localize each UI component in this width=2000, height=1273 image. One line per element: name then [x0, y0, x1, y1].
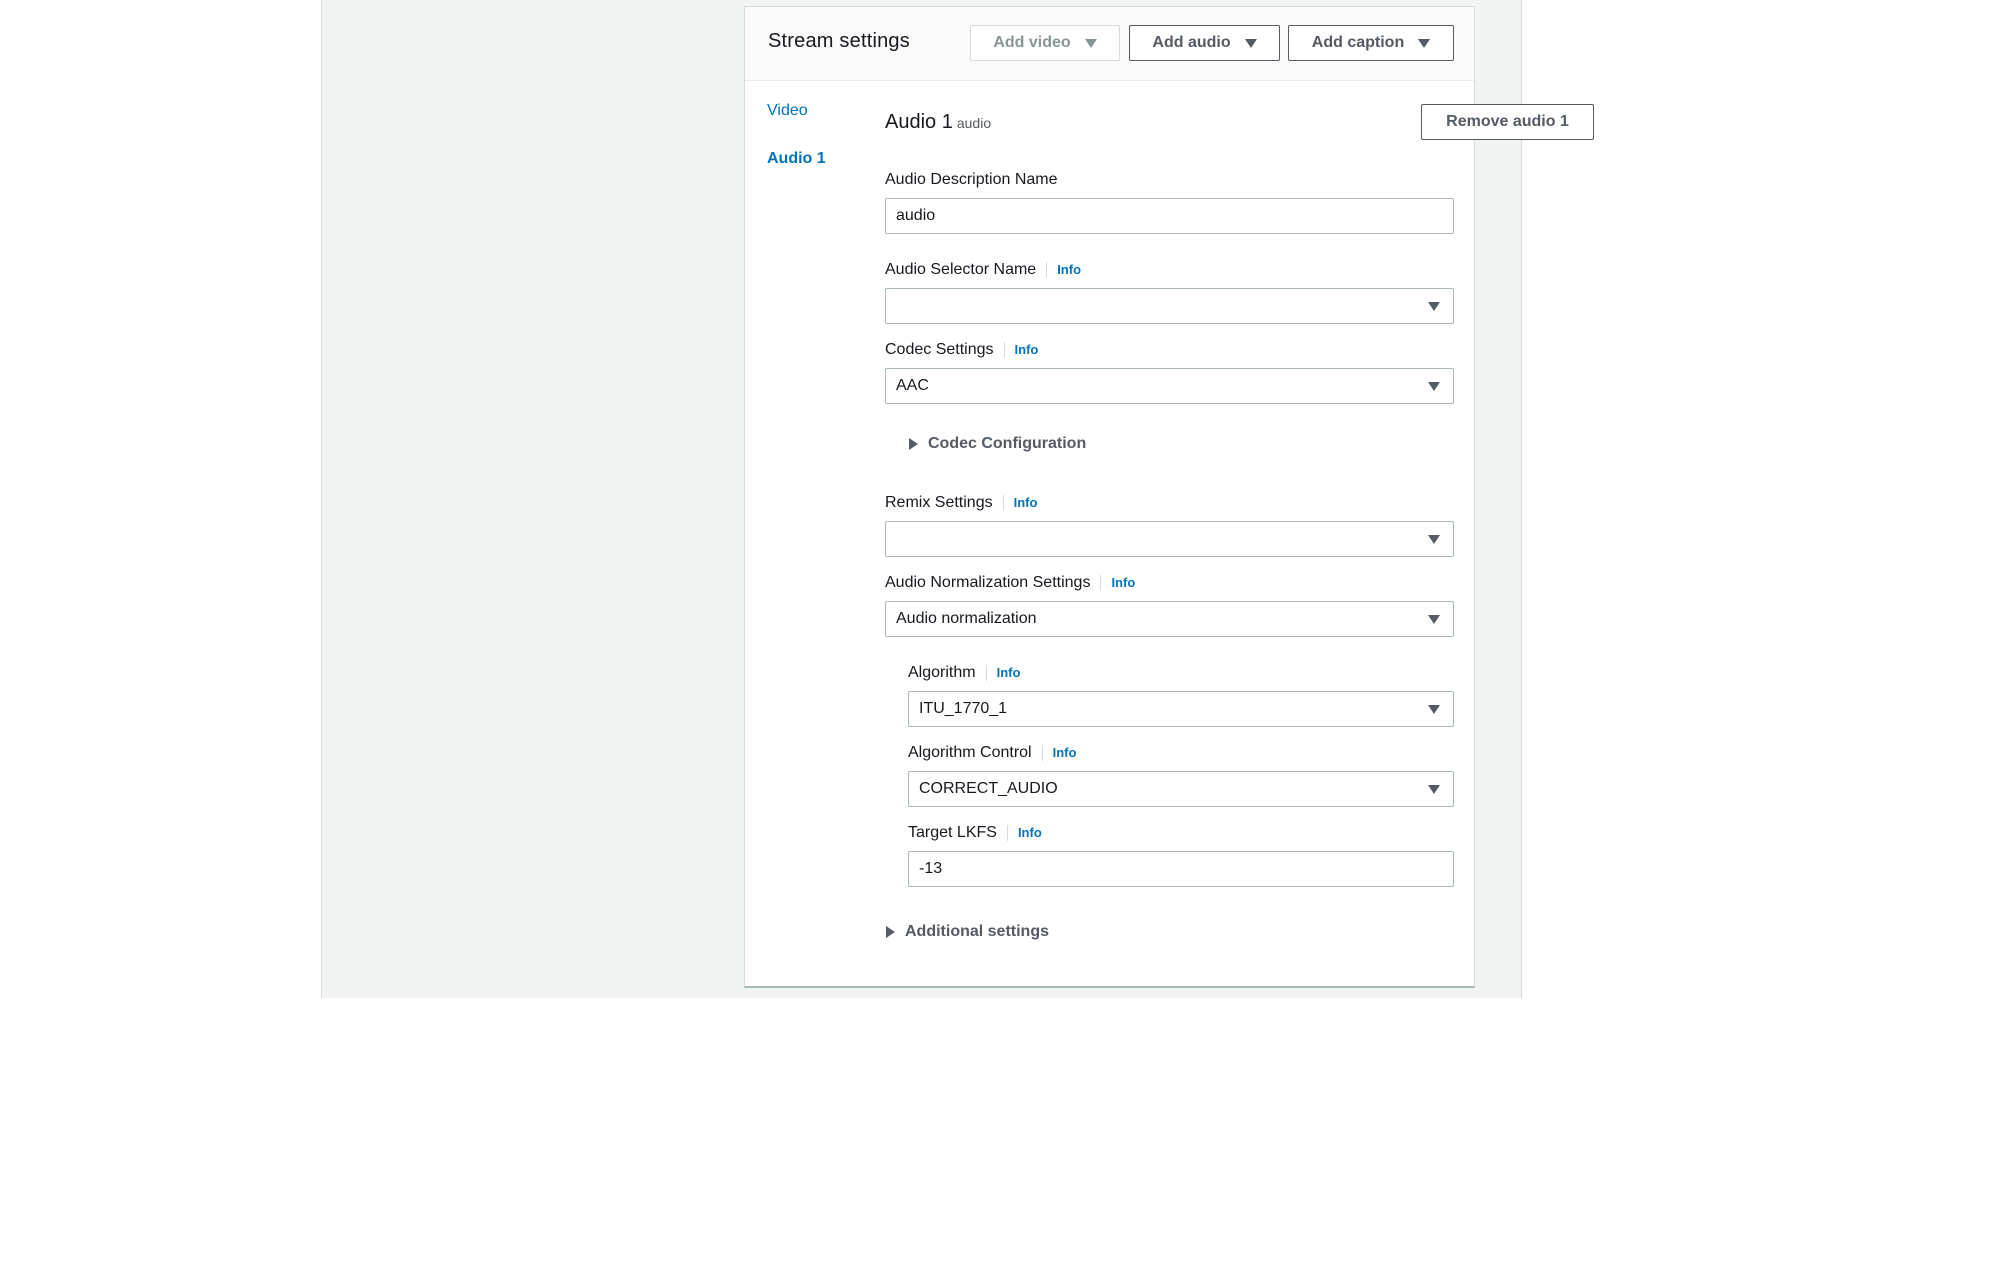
target-lkfs-info-link[interactable]: Info: [1006, 825, 1042, 841]
caret-down-icon: [1428, 535, 1440, 544]
remix-settings-info-link[interactable]: Info: [1002, 495, 1037, 511]
algorithm-control-label: Algorithm Control Info: [908, 744, 1076, 762]
section-title: Audio 1 audio: [885, 111, 991, 134]
nav-item-audio-1[interactable]: Audio 1: [767, 150, 826, 168]
algorithm-label-text: Algorithm: [908, 664, 976, 681]
algorithm-select[interactable]: ITU_1770_1: [908, 691, 1454, 727]
remix-settings-select[interactable]: [885, 521, 1454, 557]
audio-normalization-settings-label: Audio Normalization Settings Info: [885, 574, 1135, 592]
algorithm-info-link[interactable]: Info: [985, 665, 1020, 681]
codec-settings-info-link[interactable]: Info: [1003, 342, 1038, 358]
caret-right-icon: [886, 926, 895, 938]
additional-settings-label: Additional settings: [905, 923, 1049, 940]
target-lkfs-label: Target LKFS Info: [908, 824, 1042, 842]
stream-settings-panel: Stream settings Add video Add audio Add …: [744, 6, 1594, 988]
audio-description-name-input[interactable]: [885, 198, 1454, 234]
audio-selector-name-label-text: Audio Selector Name: [885, 261, 1037, 278]
additional-settings-expander[interactable]: Additional settings: [886, 923, 1049, 941]
target-lkfs-label-text: Target LKFS: [908, 824, 997, 841]
remix-settings-label: Remix Settings Info: [885, 494, 1037, 512]
audio-normalization-settings-value: Audio normalization: [896, 610, 1037, 627]
audio-normalization-settings-label-text: Audio Normalization Settings: [885, 574, 1091, 591]
audio-selector-name-info-link[interactable]: Info: [1046, 262, 1081, 278]
audio-selector-name-label: Audio Selector Name Info: [885, 261, 1081, 279]
codec-configuration-expander[interactable]: Codec Configuration: [909, 435, 1086, 453]
algorithm-control-value: CORRECT_AUDIO: [919, 780, 1058, 797]
audio-normalization-settings-info-link[interactable]: Info: [1100, 575, 1135, 591]
codec-configuration-label: Codec Configuration: [928, 435, 1087, 452]
audio-selector-name-select[interactable]: [885, 288, 1454, 324]
algorithm-control-info-link[interactable]: Info: [1041, 745, 1076, 761]
section-subtitle: audio: [956, 115, 992, 131]
nav-item-video[interactable]: Video: [767, 102, 808, 120]
algorithm-label: Algorithm Info: [908, 664, 1020, 682]
algorithm-value: ITU_1770_1: [919, 700, 1008, 717]
section-title-text: Audio 1: [885, 111, 953, 133]
caret-down-icon: [1428, 785, 1440, 794]
audio-normalization-settings-select[interactable]: Audio normalization: [885, 601, 1454, 637]
audio-form: Audio 1 audio Remove audio 1 Audio Descri…: [885, 7, 1594, 987]
caret-down-icon: [1428, 615, 1440, 624]
algorithm-control-label-text: Algorithm Control: [908, 744, 1032, 761]
audio-description-name-label: Audio Description Name: [885, 171, 1058, 189]
caret-down-icon: [1428, 705, 1440, 714]
caret-down-icon: [1428, 382, 1440, 391]
remove-audio-button[interactable]: Remove audio 1: [1421, 104, 1594, 140]
algorithm-control-select[interactable]: CORRECT_AUDIO: [908, 771, 1454, 807]
codec-settings-label: Codec Settings Info: [885, 341, 1038, 359]
caret-right-icon: [909, 438, 918, 450]
target-lkfs-input[interactable]: [908, 851, 1454, 887]
codec-settings-value: AAC: [896, 377, 929, 394]
caret-down-icon: [1428, 302, 1440, 311]
codec-settings-select[interactable]: AAC: [885, 368, 1454, 404]
remix-settings-label-text: Remix Settings: [885, 494, 993, 511]
audio-description-name-label-text: Audio Description Name: [885, 171, 1058, 188]
codec-settings-label-text: Codec Settings: [885, 341, 994, 358]
